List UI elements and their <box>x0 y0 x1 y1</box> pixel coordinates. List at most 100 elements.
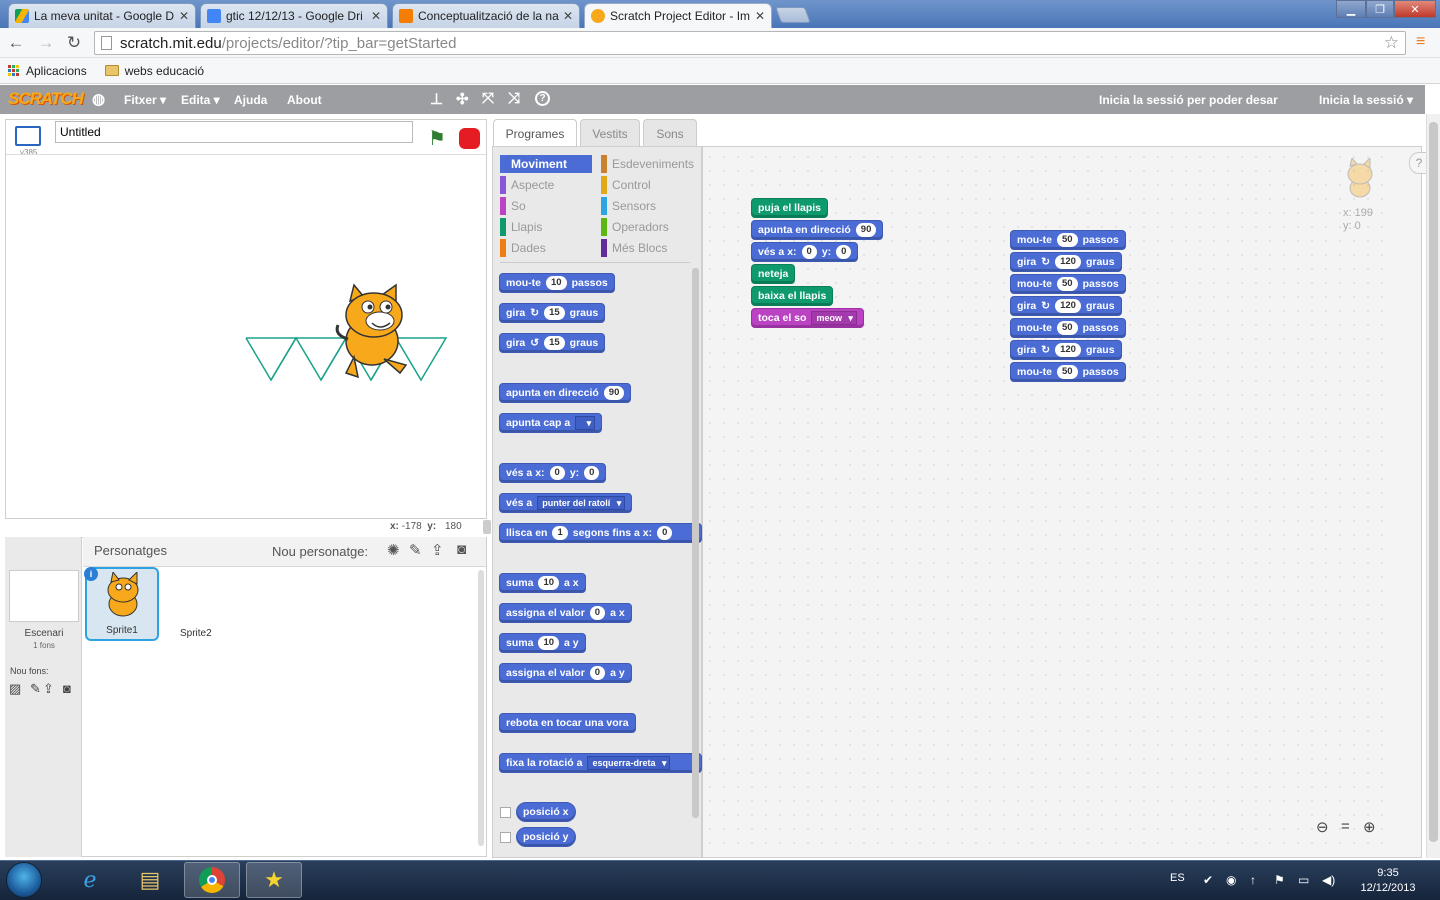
browser-tab-drive[interactable]: La meva unitat - Google D ✕ <box>8 3 196 28</box>
block-goto[interactable]: vés a punter del ratolí <box>499 493 633 513</box>
globe-icon[interactable]: ◍ <box>92 90 105 108</box>
menu-edit[interactable]: Edita ▾ <box>181 93 220 107</box>
backdrop-library-icon[interactable]: ▨ <box>9 681 21 697</box>
block-turn-right[interactable]: gira ↻ 15 graus <box>499 303 606 323</box>
duplicate-stamp-icon[interactable]: ⊥ <box>430 90 443 108</box>
tray-security-icon[interactable]: ✔ <box>1203 873 1213 887</box>
new-tab-button[interactable] <box>775 7 811 23</box>
paint-brush-icon[interactable]: ✎ <box>409 541 422 559</box>
file-explorer-icon[interactable]: ▤ <box>122 862 178 898</box>
green-flag-icon[interactable]: ⚑ <box>428 126 446 151</box>
block-bounce[interactable]: rebota en tocar una vora <box>499 713 636 733</box>
tray-arrow-icon[interactable]: ↑ <box>1250 873 1256 887</box>
block-change-x[interactable]: suma 10 a x <box>499 573 586 593</box>
block-set-y[interactable]: assigna el valor 0 a y <box>499 663 632 683</box>
block-rotation-style[interactable]: fixa la rotació a esquerra-dreta <box>499 753 702 773</box>
zoom-reset-icon[interactable]: = <box>1341 818 1350 835</box>
browser-tab-scratch[interactable]: Scratch Project Editor - Im ✕ <box>584 3 772 28</box>
reporter-y-position[interactable]: posició y <box>516 827 576 847</box>
reload-icon[interactable]: ↻ <box>64 33 84 53</box>
category-control[interactable]: Control <box>601 176 693 194</box>
category-pen[interactable]: Llapis <box>500 218 592 236</box>
block-point-direction[interactable]: apunta en direcció 90 <box>751 220 884 240</box>
block-turn-right[interactable]: gira ↻ 120 graus <box>1010 252 1122 272</box>
volume-icon[interactable]: ◀) <box>1322 873 1335 887</box>
block-goto-xy[interactable]: vés a x: 0 y: 0 <box>751 242 859 262</box>
close-icon[interactable]: ✕ <box>563 9 573 23</box>
block-move-steps[interactable]: mou-te 50 passos <box>1010 362 1126 382</box>
block-turn-right[interactable]: gira ↻ 120 graus <box>1010 340 1122 360</box>
taskbar-clock[interactable]: 9:35 12/12/2013 <box>1348 866 1428 896</box>
browser-tab-blogger[interactable]: Conceptualització de la na ✕ <box>392 3 580 28</box>
camera-icon[interactable]: ◙ <box>63 681 71 696</box>
stage-canvas[interactable] <box>6 154 486 516</box>
block-play-sound[interactable]: toca el so meow <box>751 308 864 328</box>
shrink-icon[interactable]: ⤨ <box>508 90 520 107</box>
address-bar[interactable]: scratch.mit.edu/projects/editor/?tip_bar… <box>94 31 1406 55</box>
stage-thumbnail[interactable] <box>9 570 79 622</box>
xpos-checkbox[interactable] <box>500 807 511 818</box>
tab-scripts[interactable]: Programes <box>493 119 577 147</box>
signin-menu[interactable]: Inicia la sessió ▾ <box>1319 93 1413 107</box>
block-point-towards[interactable]: apunta cap a <box>499 413 603 433</box>
block-turn-right[interactable]: gira ↻ 120 graus <box>1010 296 1122 316</box>
close-icon[interactable]: ✕ <box>179 9 189 23</box>
sprite-list-scrollbar[interactable] <box>478 570 484 846</box>
block-goto-xy[interactable]: vés a x: 0 y: 0 <box>499 463 607 483</box>
block-point-direction[interactable]: apunta en direcció 90 <box>499 383 632 403</box>
block-move-steps[interactable]: mou-te 50 passos <box>1010 318 1126 338</box>
close-icon[interactable]: ✕ <box>755 9 765 23</box>
action-center-flag-icon[interactable]: ⚑ <box>1274 873 1285 887</box>
bookmark-apps[interactable]: Aplicacions <box>8 64 87 78</box>
block-glide[interactable]: llisca en 1 segons fins a x: 0 <box>499 523 702 543</box>
upload-icon[interactable]: ⇪ <box>43 681 54 697</box>
language-indicator[interactable]: ES <box>1170 872 1185 884</box>
tab-costumes[interactable]: Vestits <box>580 119 640 147</box>
sprite-library-icon[interactable]: ✺ <box>387 541 400 559</box>
help-icon[interactable]: ? <box>535 91 550 106</box>
chrome-taskbar-icon[interactable] <box>184 862 240 898</box>
window-close-button[interactable]: ✕ <box>1394 0 1436 18</box>
internet-explorer-icon[interactable]: ℯ <box>62 862 118 898</box>
maximize-button[interactable]: ❐ <box>1366 0 1394 18</box>
tab-sounds[interactable]: Sons <box>643 119 697 147</box>
zoom-in-icon[interactable]: ⊕ <box>1363 818 1376 836</box>
menu-help[interactable]: Ajuda <box>234 93 267 107</box>
category-events[interactable]: Esdeveniments <box>601 155 694 173</box>
menu-file[interactable]: Fitxer ▾ <box>124 93 166 107</box>
menu-about[interactable]: About <box>287 93 322 107</box>
bookmark-webs-educacio[interactable]: webs educació <box>104 64 204 78</box>
minimize-button[interactable]: ▁ <box>1336 0 1366 18</box>
ypos-checkbox[interactable] <box>500 832 511 843</box>
signin-to-save-link[interactable]: Inicia la sessió per poder desar <box>1099 93 1278 107</box>
block-change-y[interactable]: suma 10 a y <box>499 633 586 653</box>
star-app-icon[interactable]: ★ <box>246 862 302 898</box>
camera-icon[interactable]: ◙ <box>457 541 466 558</box>
back-arrow-icon[interactable]: ← <box>6 33 26 53</box>
category-sensing[interactable]: Sensors <box>601 197 693 215</box>
block-move-steps[interactable]: mou-te 10 passos <box>499 273 615 293</box>
network-icon[interactable]: ▭ <box>1298 873 1309 887</box>
block-pen-down[interactable]: baixa el llapis <box>751 286 834 306</box>
block-move-steps[interactable]: mou-te 50 passos <box>1010 230 1126 250</box>
category-operators[interactable]: Operadors <box>601 218 693 236</box>
category-more-blocks[interactable]: Més Blocs <box>601 239 693 257</box>
stop-sign-icon[interactable] <box>459 128 480 149</box>
forward-arrow-icon[interactable]: → <box>36 33 56 53</box>
category-motion[interactable]: Moviment <box>500 155 592 173</box>
palette-scrollbar[interactable] <box>692 268 699 818</box>
cut-scissors-icon[interactable]: ✣ <box>456 90 469 108</box>
zoom-out-icon[interactable]: ⊖ <box>1316 818 1329 836</box>
paint-brush-icon[interactable]: ✎ <box>30 681 41 697</box>
upload-icon[interactable]: ⇪ <box>431 541 444 559</box>
chrome-menu-icon[interactable]: ≡ <box>1416 34 1430 50</box>
category-data[interactable]: Dades <box>500 239 592 257</box>
page-scrollbar[interactable] <box>1426 114 1440 858</box>
reporter-x-position[interactable]: posició x <box>516 802 576 822</box>
fullscreen-icon[interactable] <box>15 126 41 146</box>
bookmark-star-icon[interactable]: ☆ <box>1384 33 1399 53</box>
stage-collapse-handle[interactable] <box>483 520 491 534</box>
block-move-steps[interactable]: mou-te 50 passos <box>1010 274 1126 294</box>
sprite-tile-sprite2[interactable]: Sprite2 <box>180 628 212 639</box>
close-icon[interactable]: ✕ <box>371 9 381 23</box>
